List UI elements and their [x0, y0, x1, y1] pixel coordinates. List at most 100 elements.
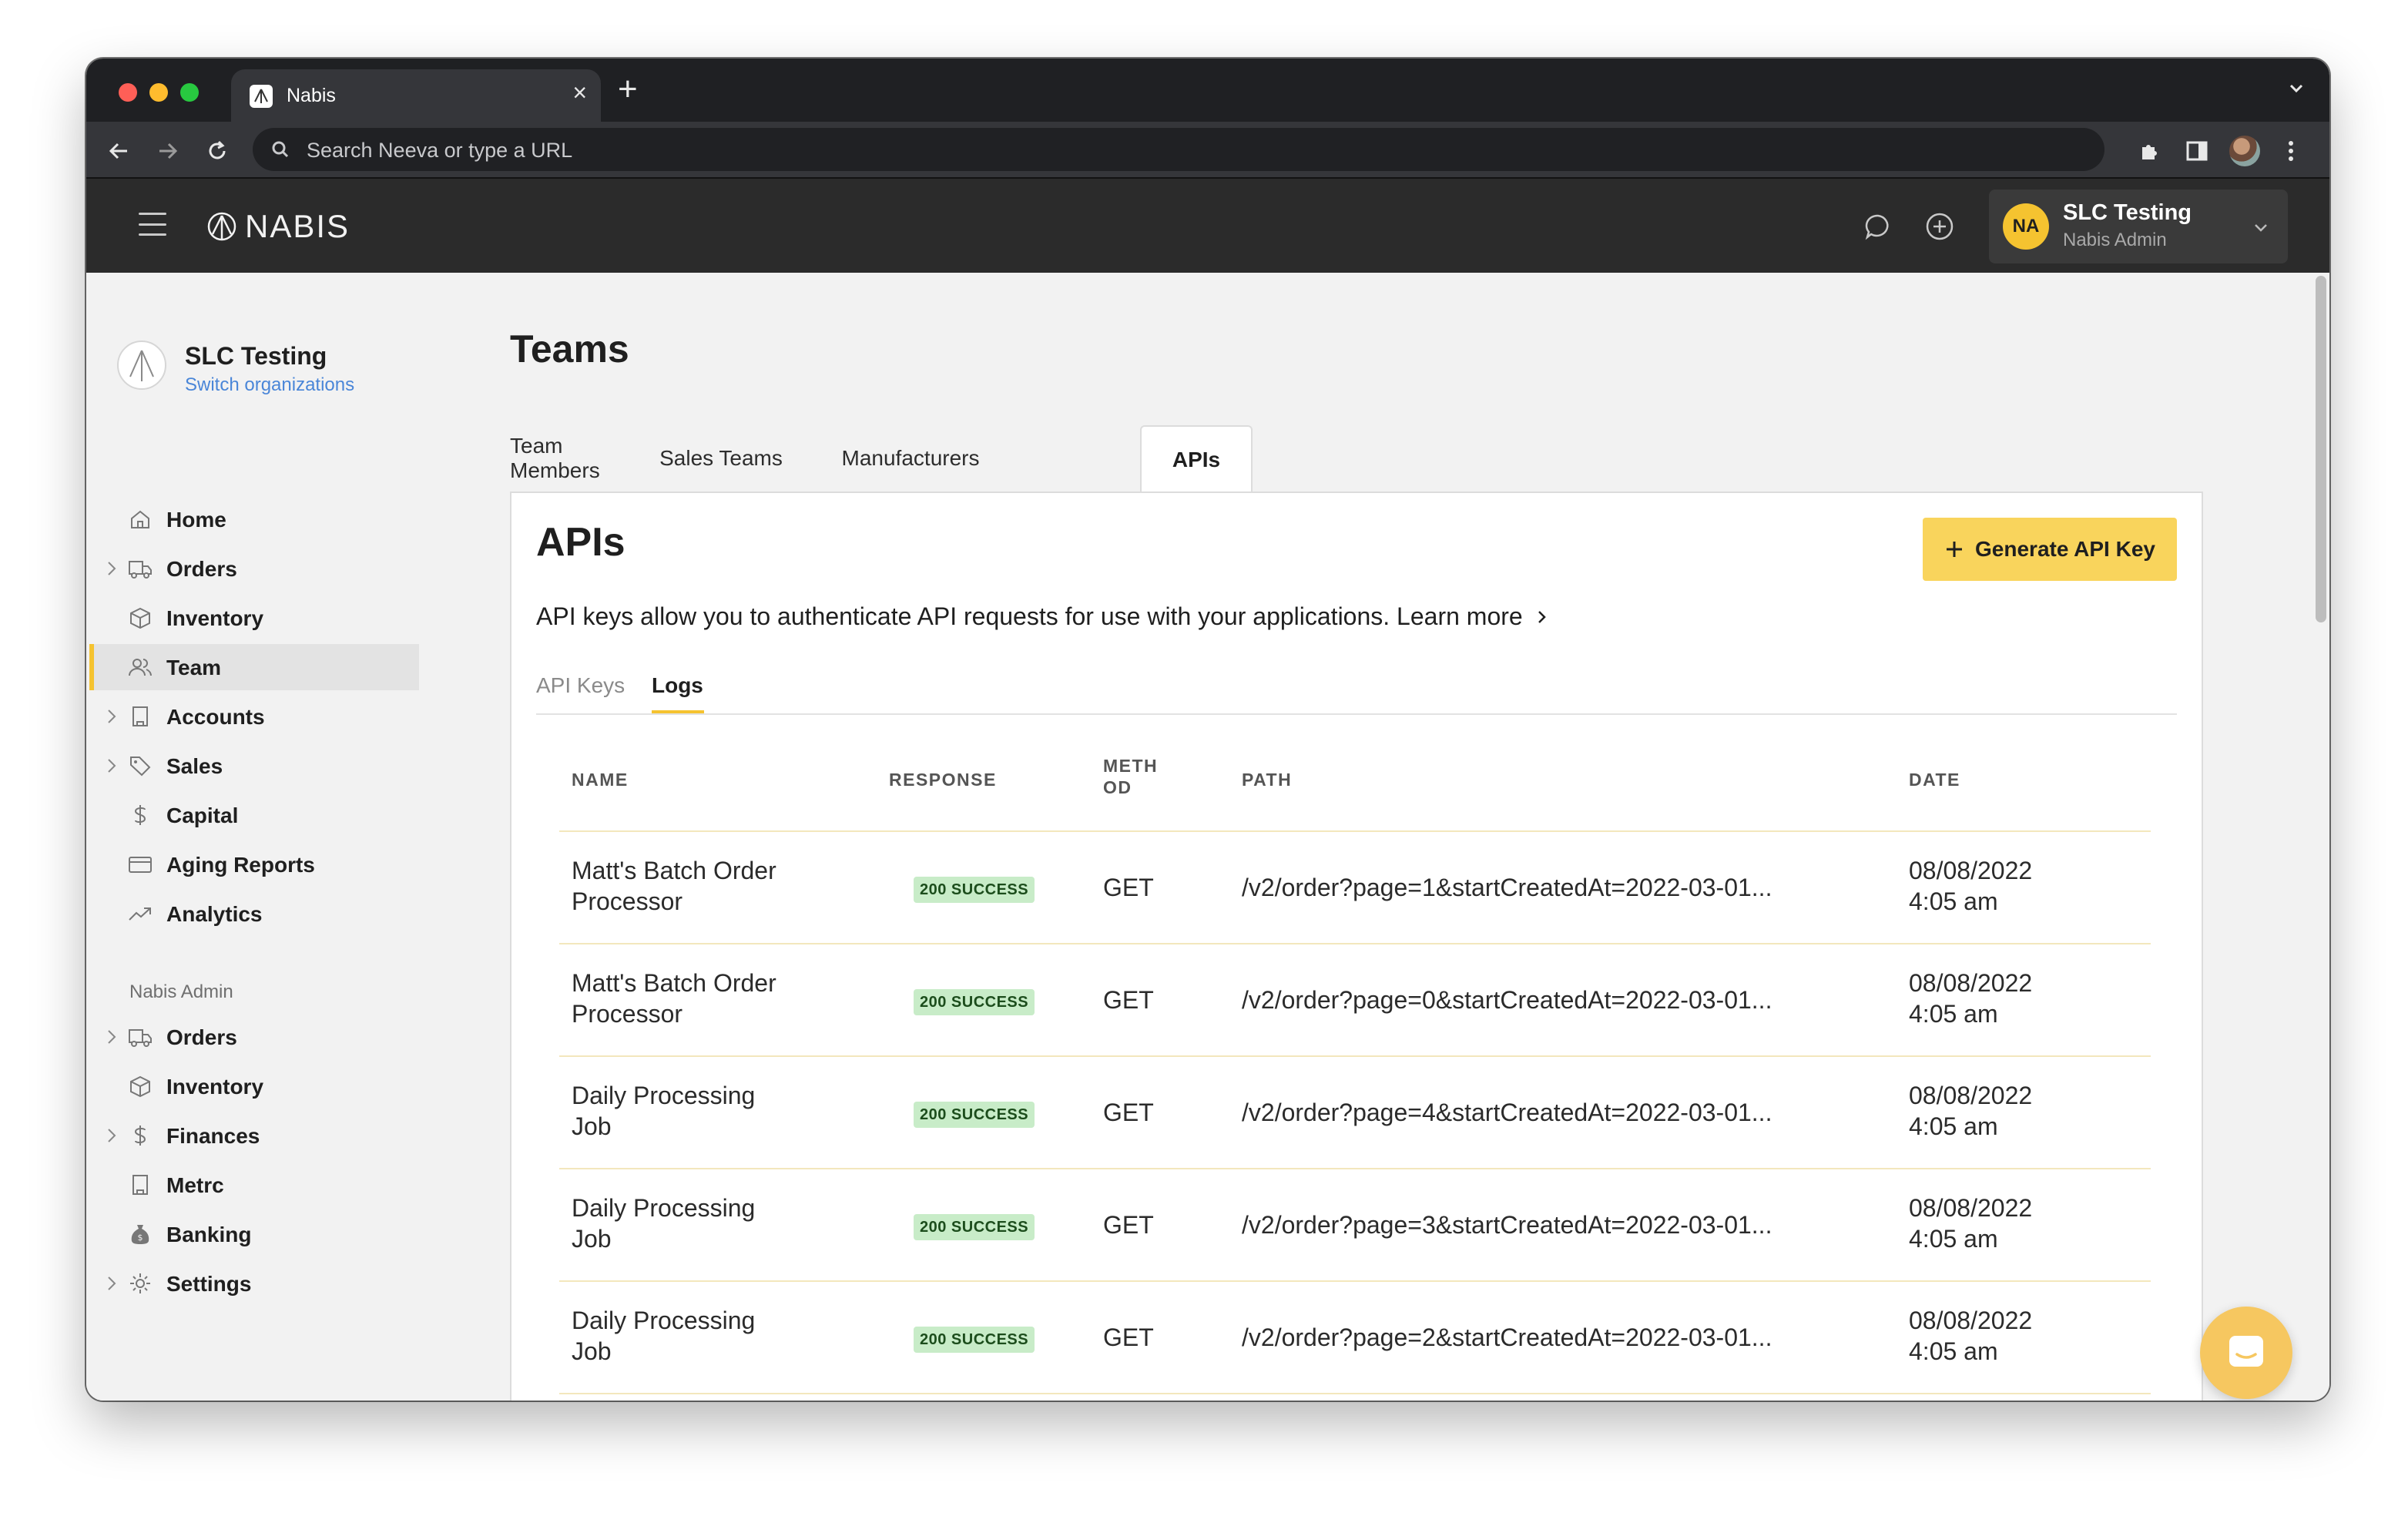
extensions-puzzle-icon[interactable] [2132, 134, 2166, 168]
side-panel-icon[interactable] [2180, 134, 2214, 168]
row-path: /v2/order?page=1&startCreatedAt=2022-03-… [1242, 874, 1772, 901]
sidebar-section-label: Nabis Admin [129, 981, 233, 1002]
table-row[interactable]: Matt's Batch Order Processor 200 SUCCESS … [559, 832, 2151, 944]
sidebar-item-orders[interactable]: Orders [86, 545, 471, 592]
status-badge: 200 SUCCESS [914, 1214, 1035, 1240]
nabis-logo[interactable]: NABIS [206, 208, 350, 245]
sidebar-item-label: Analytics [166, 902, 263, 926]
chevron-right-icon[interactable] [105, 1028, 119, 1050]
close-window-button[interactable] [119, 83, 137, 102]
sidebar-item-label: Team [166, 656, 222, 679]
minimize-window-button[interactable] [149, 83, 168, 102]
browser-tab-title: Nabis [287, 85, 336, 106]
row-name: Daily Processing Job [572, 1082, 756, 1140]
browser-tab[interactable]: Nabis × [231, 69, 601, 122]
sidebar-item-admin-orders[interactable]: Orders [86, 1014, 471, 1060]
row-name: Daily Processing Job [572, 1307, 756, 1365]
org-logo-icon [117, 341, 166, 390]
sidebar-item-accounts[interactable]: Accounts [86, 693, 471, 740]
hamburger-menu-icon[interactable] [139, 213, 166, 236]
sidebar-item-inventory[interactable]: Inventory [86, 595, 471, 641]
chat-bubble-icon[interactable] [1863, 211, 1893, 242]
org-switcher[interactable]: NA SLC Testing Nabis Admin [1989, 190, 2288, 263]
sidebar-item-analytics[interactable]: Analytics [86, 891, 471, 937]
home-icon [128, 507, 153, 532]
chevron-right-icon[interactable] [105, 707, 119, 730]
sidebar-item-label: Inventory [166, 1075, 264, 1099]
sidebar-item-home[interactable]: Home [86, 496, 471, 542]
users-icon [128, 655, 153, 679]
chat-launcher-button[interactable] [2200, 1307, 2292, 1399]
header-org-name: SLC Testing [2063, 200, 2192, 225]
generate-api-key-button[interactable]: Generate API Key [1923, 518, 2177, 581]
address-bar[interactable]: Search Neeva or type a URL [253, 128, 2104, 171]
maximize-window-button[interactable] [180, 83, 199, 102]
nabis-favicon-icon [250, 85, 273, 108]
add-circle-icon[interactable] [1924, 211, 1955, 242]
trend-icon [128, 901, 153, 926]
status-badge: 200 SUCCESS [914, 1327, 1035, 1353]
chevron-right-icon[interactable] [105, 559, 119, 582]
sidebar-item-label: Home [166, 508, 226, 532]
page-title: Teams [510, 327, 629, 371]
address-placeholder: Search Neeva or type a URL [307, 139, 573, 162]
reload-icon[interactable] [202, 136, 233, 166]
nabis-logo-icon [207, 212, 236, 241]
truck-icon [128, 556, 153, 581]
chevron-right-icon[interactable] [105, 1126, 119, 1149]
chevron-right-icon[interactable] [1535, 608, 1549, 626]
sidebar-item-aging-reports[interactable]: Aging Reports [86, 841, 471, 887]
header-user-role: Nabis Admin [2063, 230, 2167, 250]
generate-api-key-label: Generate API Key [1975, 537, 2155, 561]
forward-arrow-icon[interactable] [153, 136, 183, 166]
table-row[interactable]: Matt's Batch Order Processor 200 SUCCESS … [559, 944, 2151, 1057]
chevron-down-icon [2251, 217, 2271, 241]
close-tab-icon[interactable]: × [572, 80, 587, 105]
app-header: NABIS NA SLC Testing Nabis Admin [86, 179, 2329, 273]
chevron-right-icon[interactable] [105, 756, 119, 779]
tab-manufacturers[interactable]: Manufacturers [824, 425, 997, 491]
browser-menu-icon[interactable] [2274, 134, 2308, 168]
browser-toolbar: Search Neeva or type a URL [86, 122, 2329, 179]
tab-team-members[interactable]: Team Members [510, 425, 621, 491]
row-method: GET [1103, 1323, 1154, 1351]
logo-text: NABIS [245, 208, 350, 244]
table-row[interactable]: Daily Processing Job 200 SUCCESS GET /v2/… [559, 1169, 2151, 1282]
subtab-api-keys[interactable]: API Keys [536, 673, 625, 698]
back-arrow-icon[interactable] [103, 136, 134, 166]
sidebar-item-label: Banking [166, 1223, 252, 1246]
sidebar-item-admin-banking[interactable]: $ Banking [86, 1211, 471, 1257]
tab-search-chevron-icon[interactable] [2286, 79, 2306, 102]
tab-sales-teams[interactable]: Sales Teams [652, 425, 790, 491]
sidebar-item-admin-metrc[interactable]: Metrc [86, 1162, 471, 1208]
chat-launcher-icon [2229, 1336, 2263, 1367]
row-path: /v2/order?page=3&startCreatedAt=2022-03-… [1242, 1211, 1772, 1239]
sidebar-item-capital[interactable]: Capital [86, 792, 471, 838]
table-row[interactable]: Daily Processing Job 200 SUCCESS GET /v2/… [559, 1282, 2151, 1394]
sidebar-item-team[interactable]: Team [86, 644, 471, 690]
row-path: /v2/order?page=2&startCreatedAt=2022-03-… [1242, 1323, 1772, 1351]
sidebar-item-admin-finances[interactable]: Finances [86, 1112, 471, 1159]
scrollbar-thumb[interactable] [2316, 276, 2326, 622]
tag-icon [128, 753, 153, 778]
truck-icon [128, 1025, 153, 1049]
profile-avatar[interactable] [2228, 134, 2262, 168]
api-description-text[interactable]: API keys allow you to authenticate API r… [536, 602, 1523, 631]
table-row[interactable]: Daily Processing Job 200 SUCCESS GET /v2/… [559, 1057, 2151, 1169]
sidebar-item-admin-settings[interactable]: Settings [86, 1260, 471, 1307]
sidebar-org-title: SLC Testing [185, 342, 327, 370]
sidebar-item-sales[interactable]: Sales [86, 743, 471, 789]
new-tab-icon[interactable]: + [618, 72, 638, 106]
column-header-method: METH OD [1103, 755, 1158, 798]
sidebar-item-admin-inventory[interactable]: Inventory [86, 1063, 471, 1109]
switch-organizations-link[interactable]: Switch organizations [185, 374, 354, 396]
subtab-logs[interactable]: Logs [652, 673, 703, 698]
gear-icon [128, 1271, 153, 1296]
dollar-icon [128, 803, 153, 827]
tab-apis[interactable]: APIs [1140, 425, 1253, 493]
page-scrollbar[interactable] [2311, 273, 2329, 1401]
column-header-path: PATH [1242, 770, 1293, 790]
page-content: SLC Testing Switch organizations Home Or… [86, 273, 2329, 1401]
box-icon [128, 1074, 153, 1099]
chevron-right-icon[interactable] [105, 1274, 119, 1297]
